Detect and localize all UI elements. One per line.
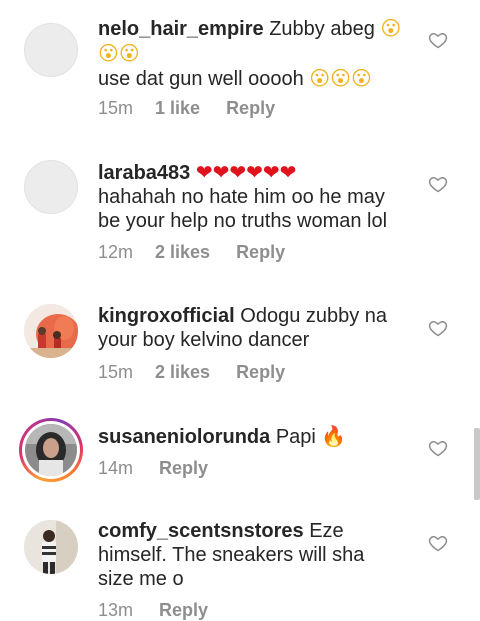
comment-text: laraba483 ❤❤❤❤❤❤ hahahah no hate him oo …	[98, 160, 418, 233]
heart-outline-icon[interactable]	[428, 318, 448, 338]
wow-emoji-icon: 😮😮😮	[309, 66, 372, 90]
avatar[interactable]	[24, 520, 78, 574]
comment-time: 15m	[98, 98, 134, 118]
reply-button[interactable]: Reply	[159, 458, 208, 478]
comment-username[interactable]: comfy_scentsnstores	[98, 520, 304, 542]
comment-body: Odogu zubby na	[240, 305, 388, 327]
profile-photo	[24, 520, 78, 574]
comment-body: hahahah no hate him oo he may	[98, 186, 385, 208]
avatar[interactable]	[24, 304, 78, 358]
comment-meta: 13m Reply	[98, 599, 208, 621]
comment-body: Zubby abeg	[269, 18, 375, 40]
comment-meta: 14m Reply	[98, 457, 208, 479]
likes-count[interactable]: 2 likes	[155, 362, 210, 382]
comment-time: 12m	[98, 242, 134, 262]
comment-text: nelo_hair_empire Zubby abeg 😮😮😮 use dat …	[98, 16, 418, 91]
comment-meta: 12m 2 likes Reply	[98, 241, 285, 263]
likes-count[interactable]: 1 like	[155, 98, 200, 118]
comment-body-line: your boy kelvino dancer	[98, 329, 310, 351]
heart-outline-icon[interactable]	[428, 30, 448, 50]
avatar[interactable]	[24, 23, 78, 77]
fire-emoji-icon: 🔥	[321, 424, 347, 448]
comment-body-line: use dat gun well ooooh	[98, 68, 304, 90]
red-heart-emoji-icon: ❤❤❤❤❤❤	[195, 160, 297, 184]
comment-time: 13m	[98, 600, 134, 620]
comment-meta: 15m 1 like Reply	[98, 97, 275, 119]
reply-button[interactable]: Reply	[236, 242, 285, 262]
comment-time: 14m	[98, 458, 134, 478]
comment-text: kingroxofficial Odogu zubby na your boy …	[98, 304, 418, 352]
profile-photo	[25, 424, 77, 476]
comment-username[interactable]: susaneniolorunda	[98, 426, 270, 448]
comment-body-line: himself. The sneakers will sha	[98, 544, 365, 566]
comment-username[interactable]: laraba483	[98, 162, 190, 184]
comment-body: Papi	[275, 426, 316, 448]
heart-outline-icon[interactable]	[428, 174, 448, 194]
comment-text: susaneniolorunda Papi 🔥	[98, 424, 418, 449]
comment-body: Eze	[309, 520, 344, 542]
comment-username[interactable]: nelo_hair_empire	[98, 18, 264, 40]
scrollbar-thumb[interactable]	[474, 428, 480, 500]
story-ring-avatar[interactable]	[19, 418, 83, 482]
likes-count[interactable]: 2 likes	[155, 242, 210, 262]
reply-button[interactable]: Reply	[226, 98, 275, 118]
reply-button[interactable]: Reply	[236, 362, 285, 382]
comment-meta: 15m 2 likes Reply	[98, 361, 285, 383]
comment-text: comfy_scentsnstores Eze himself. The sne…	[98, 519, 418, 591]
reply-button[interactable]: Reply	[159, 600, 208, 620]
profile-photo	[24, 304, 78, 358]
comment-time: 15m	[98, 362, 134, 382]
comment-username[interactable]: kingroxofficial	[98, 305, 235, 327]
avatar[interactable]	[24, 160, 78, 214]
heart-outline-icon[interactable]	[428, 533, 448, 553]
heart-outline-icon[interactable]	[428, 438, 448, 458]
comment-body-line: size me o	[98, 568, 184, 590]
comment-body-line: be your help no truths woman lol	[98, 210, 388, 232]
